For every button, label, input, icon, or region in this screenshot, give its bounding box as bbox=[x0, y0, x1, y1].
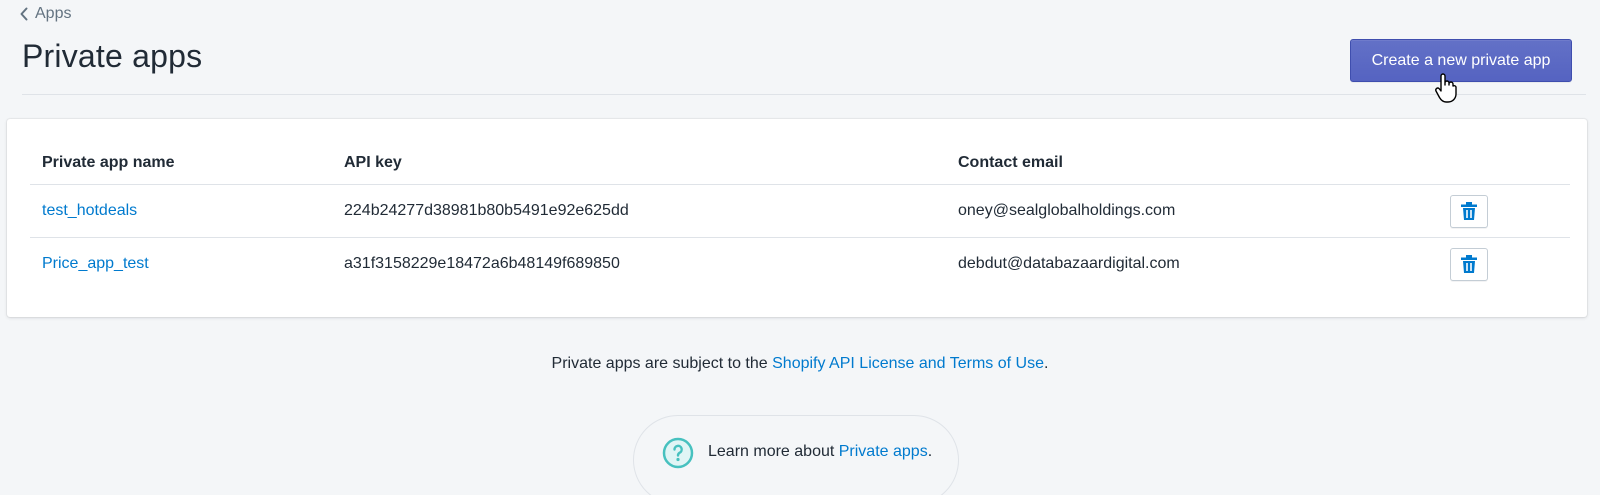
table-row: test_hotdeals 224b24277d38981b80b5491e92… bbox=[30, 184, 1570, 237]
table-header-row: Private app name API key Contact email bbox=[30, 141, 1570, 184]
help-text-suffix: . bbox=[927, 443, 933, 460]
private-apps-card: Private app name API key Contact email t… bbox=[7, 119, 1587, 317]
column-header-api-key: API key bbox=[344, 153, 402, 171]
delete-app-button[interactable] bbox=[1450, 194, 1488, 228]
api-key-value: a31f3158229e18472a6b48149f689850 bbox=[344, 255, 620, 272]
column-header-email: Contact email bbox=[958, 153, 1063, 171]
page: Apps Private apps Create a new private a… bbox=[0, 0, 1600, 495]
trash-icon bbox=[1461, 255, 1477, 273]
page-title: Private apps bbox=[22, 38, 203, 74]
question-circle-icon bbox=[662, 437, 694, 469]
api-key-value: 224b24277d38981b80b5491e92e625dd bbox=[344, 202, 629, 219]
terms-note-suffix: . bbox=[1043, 355, 1049, 372]
trash-icon bbox=[1461, 202, 1477, 220]
terms-link[interactable]: Shopify API License and Terms of Use bbox=[772, 355, 1044, 372]
header-divider bbox=[22, 94, 1586, 95]
delete-app-button[interactable] bbox=[1450, 247, 1488, 281]
column-header-name: Private app name bbox=[42, 153, 175, 171]
contact-email-value: debdut@databazaardigital.com bbox=[958, 255, 1180, 272]
app-name-link[interactable]: test_hotdeals bbox=[42, 202, 137, 220]
create-private-app-button[interactable]: Create a new private app bbox=[1350, 39, 1572, 82]
app-name-link[interactable]: Price_app_test bbox=[42, 255, 149, 273]
breadcrumb-back-link[interactable]: Apps bbox=[19, 5, 71, 23]
private-apps-help-link[interactable]: Private apps bbox=[839, 443, 928, 460]
terms-note: Private apps are subject to the Shopify … bbox=[0, 355, 1600, 373]
help-text-prefix: Learn more about bbox=[708, 443, 839, 460]
breadcrumb-label: Apps bbox=[35, 5, 72, 22]
help-callout: Learn more about Private apps. bbox=[633, 415, 959, 495]
contact-email-value: oney@sealglobalholdings.com bbox=[958, 202, 1176, 219]
private-apps-table: Private app name API key Contact email t… bbox=[30, 141, 1570, 290]
help-text: Learn more about Private apps. bbox=[708, 443, 932, 461]
table-row: Price_app_test a31f3158229e18472a6b48149… bbox=[30, 237, 1570, 290]
chevron-left-icon bbox=[20, 7, 28, 21]
terms-note-prefix: Private apps are subject to the bbox=[551, 355, 773, 372]
